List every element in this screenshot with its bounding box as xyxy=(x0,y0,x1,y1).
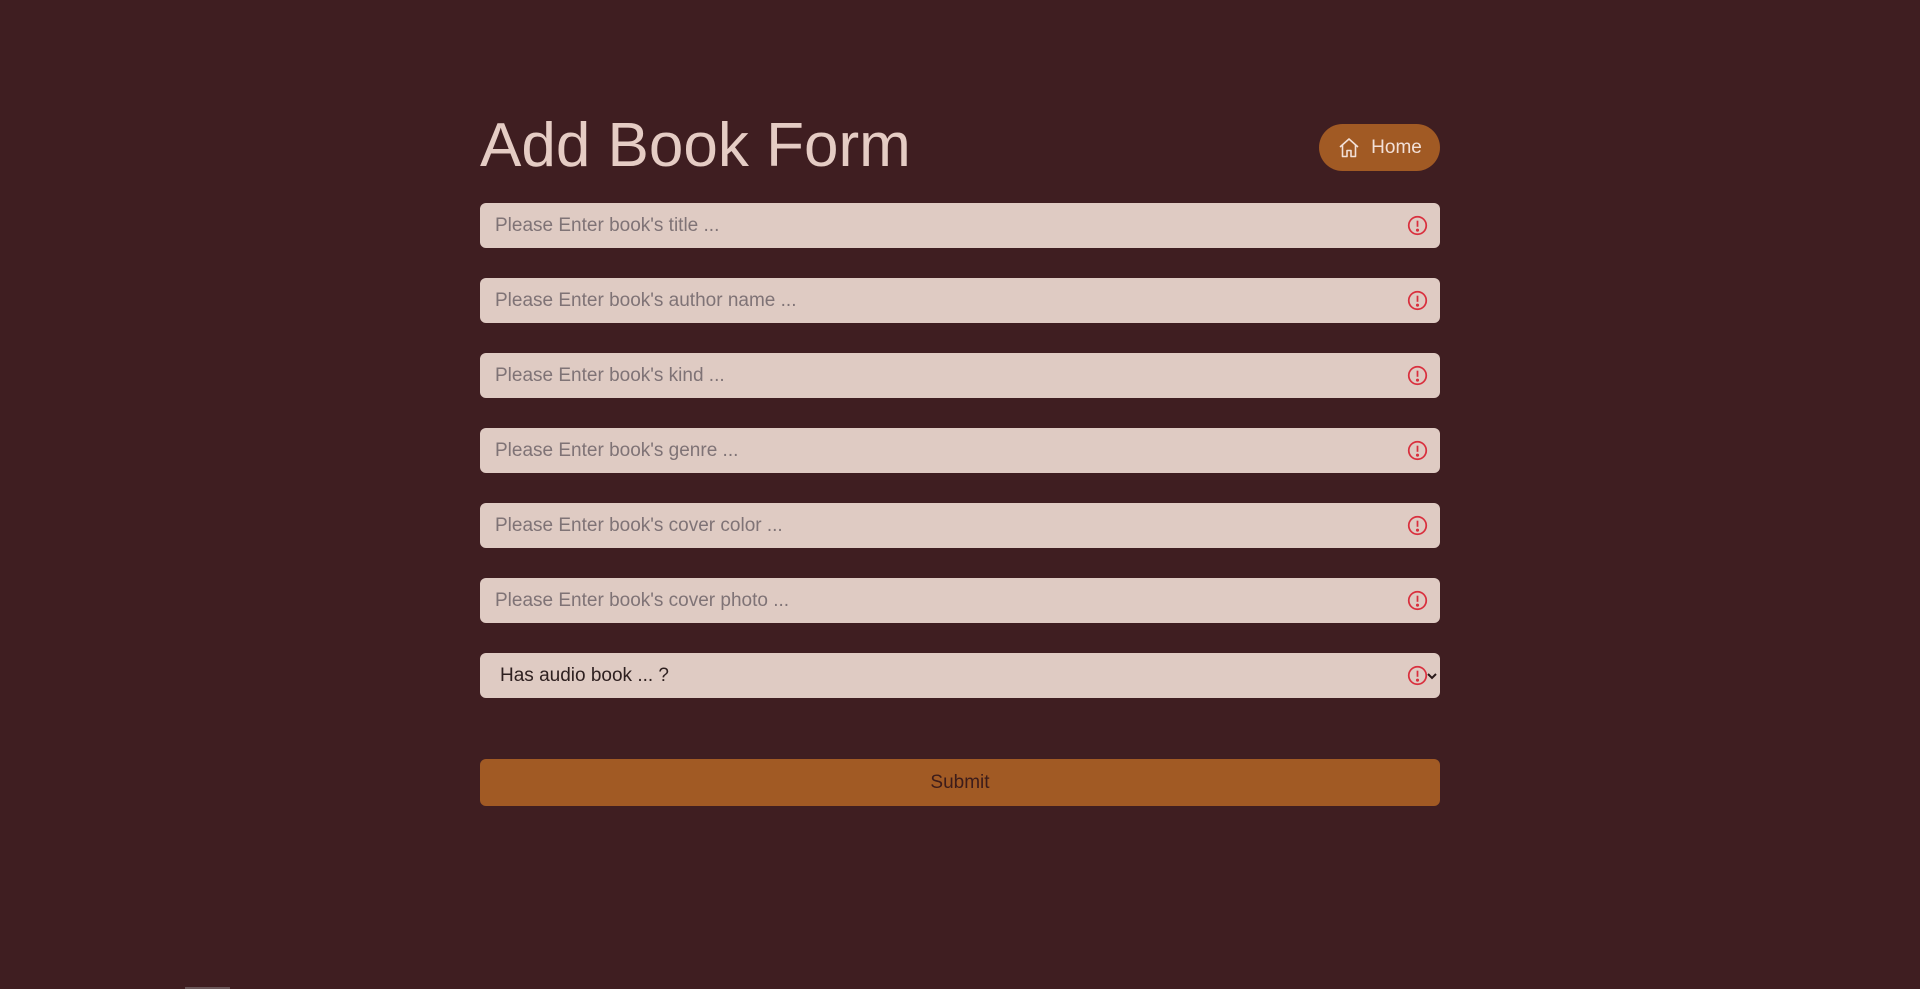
form-header: Add Book Form Home xyxy=(480,110,1440,200)
page-title: Add Book Form xyxy=(480,111,911,180)
invalid-icon xyxy=(1407,515,1428,536)
author-field xyxy=(480,278,1440,323)
genre-field xyxy=(480,428,1440,473)
home-button-label: Home xyxy=(1371,136,1422,158)
submit-button[interactable]: Submit xyxy=(480,759,1440,806)
cover-color-input[interactable] xyxy=(480,503,1440,548)
invalid-icon xyxy=(1407,440,1428,461)
title-input[interactable] xyxy=(480,203,1440,248)
invalid-icon xyxy=(1407,290,1428,311)
add-book-form: Has audio book ... ? Submit xyxy=(480,203,1440,806)
genre-input[interactable] xyxy=(480,428,1440,473)
author-input[interactable] xyxy=(480,278,1440,323)
cover-photo-field xyxy=(480,578,1440,623)
chevron-down-icon xyxy=(1427,673,1437,680)
cover-color-field xyxy=(480,503,1440,548)
audio-book-select-value: Has audio book ... ? xyxy=(500,664,669,686)
audio-book-select[interactable]: Has audio book ... ? xyxy=(480,653,1440,698)
invalid-icon xyxy=(1407,365,1428,386)
cover-photo-input[interactable] xyxy=(480,578,1440,623)
add-book-form-container: Add Book Form Home Please Enter book's t… xyxy=(480,110,1440,806)
invalid-icon xyxy=(1407,665,1428,686)
invalid-icon xyxy=(1407,590,1428,611)
home-icon xyxy=(1339,137,1359,157)
kind-field xyxy=(480,353,1440,398)
title-field xyxy=(480,203,1440,248)
invalid-icon xyxy=(1407,215,1428,236)
kind-input[interactable] xyxy=(480,353,1440,398)
home-button[interactable]: Home xyxy=(1319,124,1440,171)
